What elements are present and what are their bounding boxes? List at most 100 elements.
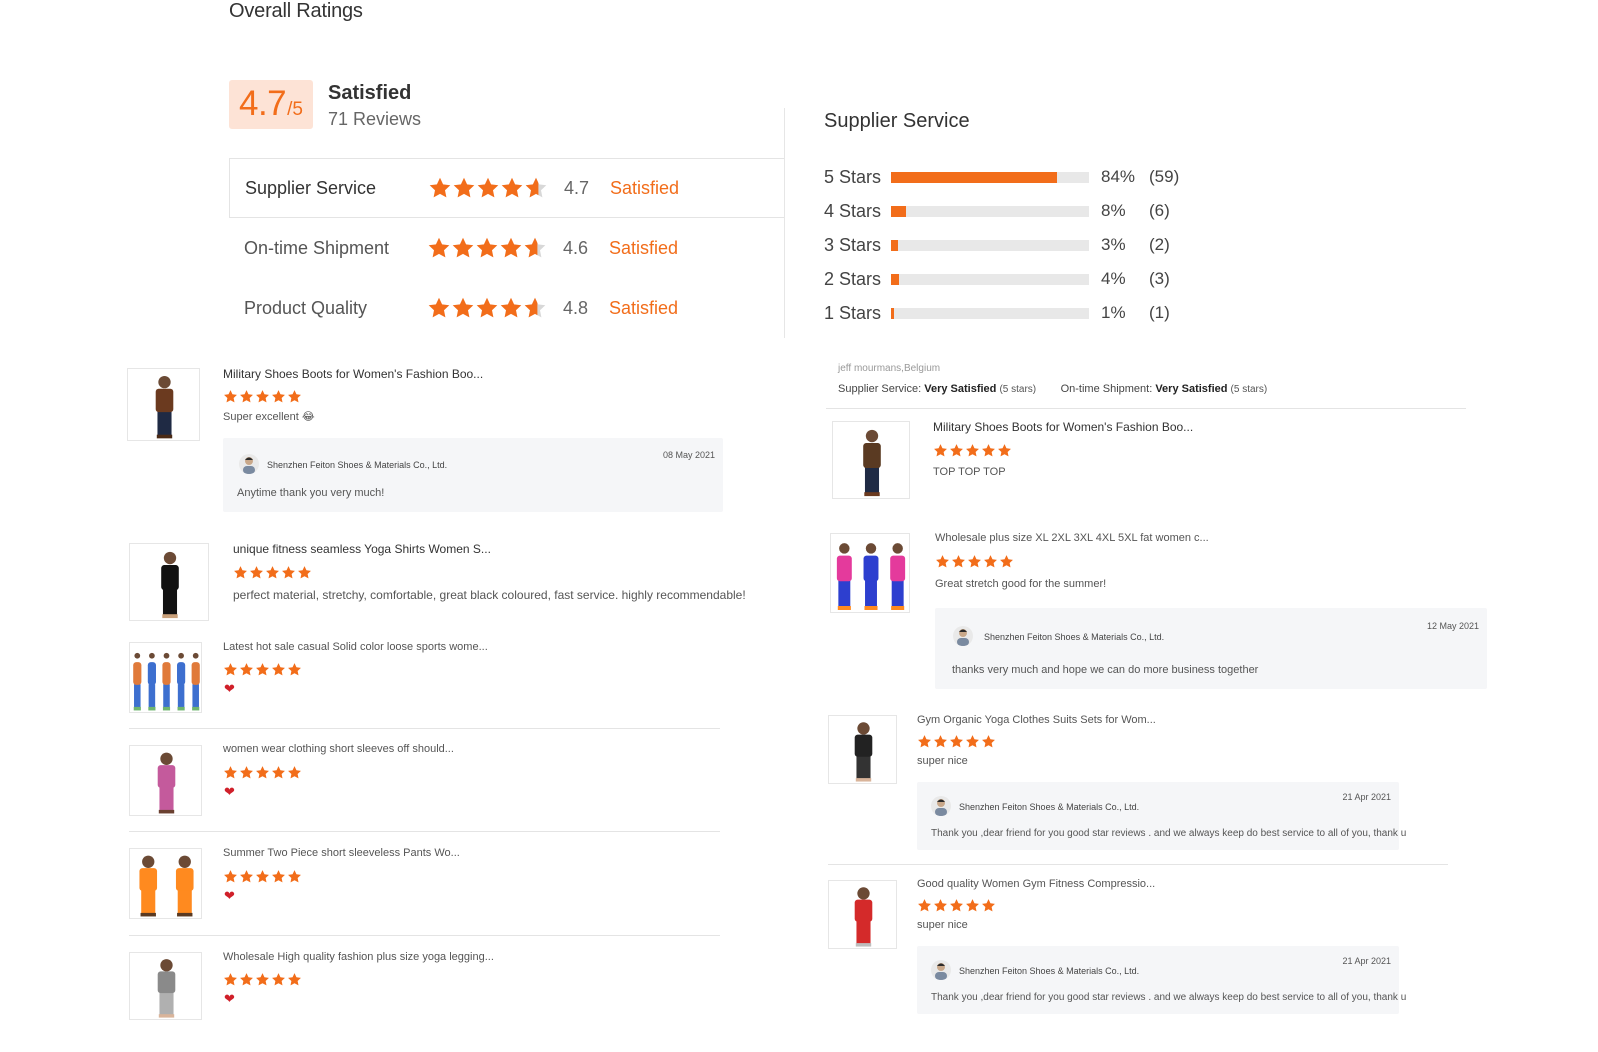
- distribution-count: (6): [1149, 201, 1170, 220]
- review-comment: TOP TOP TOP: [933, 466, 1006, 478]
- distribution-title: Supplier Service: [824, 110, 970, 132]
- product-image: [157, 752, 176, 814]
- product-thumbnail[interactable]: [129, 543, 209, 621]
- product-thumbnail[interactable]: [127, 368, 200, 441]
- buyer-name: jeff mourmans,Belgium: [838, 363, 941, 374]
- product-image: [854, 887, 873, 947]
- divider: [129, 728, 720, 729]
- category-stars: [427, 296, 563, 320]
- star-icon: [256, 766, 269, 779]
- product-thumbnail[interactable]: [828, 715, 897, 784]
- star-icon: [952, 555, 965, 568]
- category-row-product-quality[interactable]: Product Quality 4.8 Satisfied: [229, 278, 784, 338]
- overall-status: Satisfied: [328, 82, 412, 104]
- star-icon: [272, 390, 285, 403]
- star-icon: [272, 766, 285, 779]
- star-icon: [272, 663, 285, 676]
- category-label: On-time Shipment: [244, 237, 390, 258]
- category-row-supplier-service[interactable]: Supplier Service 4.7 Satisfied: [229, 158, 784, 218]
- distribution-row[interactable]: 5 Stars 84% (59): [824, 160, 1179, 194]
- product-image: [863, 429, 881, 497]
- review-stars: [223, 869, 303, 884]
- star-icon: [476, 237, 498, 258]
- product-thumbnail[interactable]: [129, 745, 202, 816]
- product-thumbnail[interactable]: [830, 533, 910, 613]
- product-image: [155, 375, 174, 439]
- star-icon: [453, 177, 475, 198]
- distribution-row[interactable]: 3 Stars 3% (2): [824, 228, 1170, 262]
- distribution-label: 3 Stars: [824, 234, 882, 255]
- star-icon: [477, 177, 499, 198]
- star-icon: [298, 566, 311, 579]
- star-icon: [934, 899, 947, 912]
- buyer-supplier-service-stars: (5 stars): [999, 384, 1037, 395]
- divider: [828, 864, 1448, 865]
- product-image: [836, 543, 906, 610]
- reply-text: Anytime thank you very much!: [237, 487, 385, 499]
- distribution-bar: [891, 205, 1089, 217]
- supplier-reply: Shenzhen Feiton Shoes & Materials Co., L…: [917, 946, 1406, 1014]
- product-thumbnail[interactable]: [832, 421, 910, 499]
- overall-score-badge: 4.7 /5: [229, 80, 313, 129]
- distribution-bar-fill: [891, 171, 1058, 183]
- reply-date: 21 Apr 2021: [1342, 792, 1391, 802]
- review-comment: Great stretch good for the summer!: [935, 578, 1107, 590]
- star-icon: [224, 870, 237, 883]
- category-status: Satisfied: [609, 297, 679, 318]
- product-thumbnail[interactable]: [129, 848, 202, 919]
- half-star-icon: [524, 237, 546, 258]
- review-comment: super nice: [917, 755, 968, 767]
- distribution-row[interactable]: 1 Stars 1% (1): [824, 296, 1170, 330]
- star-icon: [429, 177, 451, 198]
- avatar-icon: [953, 626, 973, 646]
- product-thumbnail[interactable]: [828, 880, 897, 949]
- distribution-percent: 4%: [1101, 269, 1126, 288]
- buyer-shipment-value: Very Satisfied: [1155, 383, 1228, 395]
- star-icon: [224, 390, 237, 403]
- product-image: [139, 855, 194, 917]
- distribution-bar: [891, 307, 1089, 319]
- star-icon: [240, 766, 253, 779]
- star-icon: [950, 735, 963, 748]
- star-icon: [452, 237, 474, 258]
- review-comment: Super excellent 😂: [223, 411, 315, 423]
- product-title: Wholesale High quality fashion plus size…: [223, 951, 494, 963]
- star-icon: [982, 444, 995, 457]
- product-title: Summer Two Piece short sleeveless Pants …: [223, 847, 460, 859]
- star-icon: [288, 870, 301, 883]
- distribution-row[interactable]: 2 Stars 4% (3): [824, 262, 1170, 296]
- distribution-count: (59): [1149, 167, 1180, 186]
- half-star-icon: [525, 177, 547, 198]
- product-title: unique fitness seamless Yoga Shirts Wome…: [233, 542, 491, 556]
- product-thumbnail[interactable]: [129, 952, 202, 1020]
- distribution-percent: 1%: [1101, 303, 1126, 322]
- star-icon: [950, 444, 963, 457]
- category-row-on-time-shipment[interactable]: On-time Shipment 4.6 Satisfied: [229, 218, 784, 278]
- star-icon: [500, 237, 522, 258]
- distribution-count: (3): [1149, 269, 1170, 288]
- star-icon: [272, 973, 285, 986]
- distribution-row[interactable]: 4 Stars 8% (6): [824, 194, 1170, 228]
- distribution-percent: 3%: [1101, 235, 1126, 254]
- star-icon: [288, 766, 301, 779]
- review-stars: [223, 389, 303, 404]
- star-icon: [998, 444, 1011, 457]
- star-icon: [240, 390, 253, 403]
- star-icon: [428, 297, 450, 318]
- heart-icon: ❤: [224, 681, 235, 696]
- review-count: 71 Reviews: [328, 109, 422, 129]
- heart-icon: ❤: [224, 888, 235, 903]
- star-icon: [234, 566, 247, 579]
- product-image: [161, 551, 179, 619]
- reply-date: 21 Apr 2021: [1342, 956, 1391, 966]
- star-icon: [500, 297, 522, 318]
- buyer-shipment-label: On-time Shipment:: [1060, 383, 1153, 395]
- star-icon: [288, 663, 301, 676]
- star-icon: [966, 899, 979, 912]
- product-thumbnail[interactable]: [129, 642, 202, 713]
- distribution-percent: 8%: [1101, 201, 1126, 220]
- star-icon: [250, 566, 263, 579]
- review-comment: perfect material, stretchy, comfortable,…: [233, 588, 746, 602]
- star-icon: [272, 870, 285, 883]
- star-icon: [240, 663, 253, 676]
